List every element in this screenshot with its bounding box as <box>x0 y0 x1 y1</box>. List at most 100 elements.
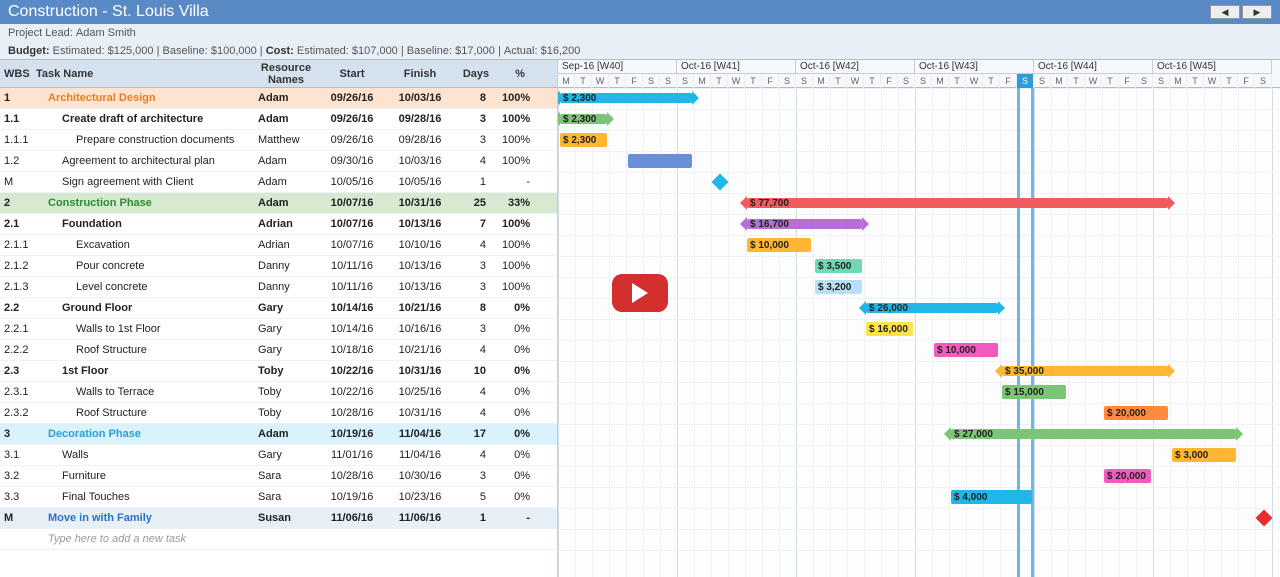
cell-task[interactable]: Walls <box>32 448 254 462</box>
day-header[interactable]: M <box>694 74 711 88</box>
table-row[interactable]: 1.1.1Prepare construction documentsMatth… <box>0 130 557 151</box>
cell-task[interactable]: Ground Floor <box>32 301 254 315</box>
gantt-chart[interactable]: Sep-16 [W40]Oct-16 [W41]Oct-16 [W42]Oct-… <box>558 60 1280 577</box>
cell-task[interactable]: Prepare construction documents <box>32 133 254 147</box>
table-row[interactable]: 2.3.2Roof StructureToby10/28/1610/31/164… <box>0 403 557 424</box>
gantt-bar[interactable]: $ 20,000 <box>1104 469 1151 483</box>
cell-task[interactable]: Create draft of architecture <box>32 112 254 126</box>
cell-start[interactable]: 11/06/16 <box>318 511 386 525</box>
cell-task[interactable]: Walls to 1st Floor <box>32 322 254 336</box>
week-header[interactable]: Sep-16 [W40] <box>558 60 677 74</box>
cell-finish[interactable]: 09/28/16 <box>386 133 454 147</box>
table-row[interactable]: 3.2FurnitureSara10/28/1610/30/1630% <box>0 466 557 487</box>
cell-resource[interactable]: Adam <box>254 427 318 441</box>
cell-pct[interactable]: 0% <box>498 364 542 378</box>
cell-pct[interactable]: - <box>498 175 542 189</box>
cell-resource[interactable]: Adam <box>254 91 318 105</box>
day-header[interactable]: T <box>745 74 762 88</box>
gantt-bar[interactable]: $ 16,700 <box>747 219 862 229</box>
day-header[interactable]: T <box>1187 74 1204 88</box>
gantt-bar[interactable]: $ 15,000 <box>1002 385 1066 399</box>
table-row[interactable]: 2.2.2Roof StructureGary10/18/1610/21/164… <box>0 340 557 361</box>
cell-resource[interactable]: Adrian <box>254 238 318 252</box>
cell-task[interactable]: Roof Structure <box>32 343 254 357</box>
cell-finish[interactable]: 11/04/16 <box>386 448 454 462</box>
cell-task[interactable]: Walls to Terrace <box>32 385 254 399</box>
gantt-bar[interactable] <box>628 154 692 168</box>
cell-resource[interactable]: Toby <box>254 364 318 378</box>
cell-finish[interactable]: 09/28/16 <box>386 112 454 126</box>
gantt-bar[interactable]: $ 16,000 <box>866 322 913 336</box>
cell-days[interactable]: 8 <box>454 91 498 105</box>
table-row[interactable]: 2.1.1ExcavationAdrian10/07/1610/10/16410… <box>0 235 557 256</box>
table-row[interactable]: 2.2Ground FloorGary10/14/1610/21/1680% <box>0 298 557 319</box>
cell-pct[interactable]: 0% <box>498 427 542 441</box>
cell-days[interactable]: 3 <box>454 280 498 294</box>
day-header[interactable]: F <box>762 74 779 88</box>
cell-task[interactable]: Foundation <box>32 217 254 231</box>
cell-days[interactable]: 3 <box>454 469 498 483</box>
gantt-bar[interactable]: $ 3,200 <box>815 280 862 294</box>
cell-task[interactable]: Decoration Phase <box>32 427 254 441</box>
cell-start[interactable]: 10/14/16 <box>318 322 386 336</box>
day-header[interactable]: S <box>643 74 660 88</box>
cell-finish[interactable]: 10/31/16 <box>386 406 454 420</box>
table-row[interactable]: 2.3.1Walls to TerraceToby10/22/1610/25/1… <box>0 382 557 403</box>
week-header[interactable]: Oct-16 [W45] <box>1153 60 1272 74</box>
cell-resource[interactable]: Adam <box>254 154 318 168</box>
cell-start[interactable]: 09/26/16 <box>318 91 386 105</box>
cell-task[interactable]: Sign agreement with Client <box>32 175 254 189</box>
day-header[interactable]: T <box>575 74 592 88</box>
cell-finish[interactable]: 10/13/16 <box>386 280 454 294</box>
timeline-body[interactable]: $ 2,300$ 2,300$ 2,300$ 77,700$ 16,700$ 1… <box>558 88 1280 577</box>
cell-resource[interactable]: Adam <box>254 175 318 189</box>
cell-days[interactable]: 4 <box>454 406 498 420</box>
day-header[interactable]: W <box>847 74 864 88</box>
col-start[interactable]: Start <box>318 66 386 82</box>
day-header[interactable]: F <box>1238 74 1255 88</box>
table-row[interactable]: 3.3Final TouchesSara10/19/1610/23/1650% <box>0 487 557 508</box>
day-header[interactable]: T <box>983 74 1000 88</box>
cell-finish[interactable]: 10/16/16 <box>386 322 454 336</box>
nav-prev-button[interactable]: ◀ <box>1210 5 1240 19</box>
col-resource[interactable]: Resource Names <box>254 60 318 88</box>
gantt-bar[interactable]: $ 2,300 <box>560 93 692 103</box>
table-row[interactable]: MMove in with FamilySusan11/06/1611/06/1… <box>0 508 557 529</box>
cell-finish[interactable]: 10/25/16 <box>386 385 454 399</box>
cell-days[interactable]: 7 <box>454 217 498 231</box>
cell-days[interactable]: 25 <box>454 196 498 210</box>
day-header[interactable]: S <box>1017 74 1034 88</box>
day-header[interactable]: W <box>592 74 609 88</box>
cell-resource[interactable]: Gary <box>254 322 318 336</box>
table-row[interactable]: 1.2Agreement to architectural planAdam09… <box>0 151 557 172</box>
cell-days[interactable]: 4 <box>454 385 498 399</box>
cell-start[interactable]: 10/07/16 <box>318 217 386 231</box>
cell-days[interactable]: 1 <box>454 511 498 525</box>
cell-pct[interactable]: 0% <box>498 469 542 483</box>
day-header[interactable]: S <box>779 74 796 88</box>
cell-pct[interactable]: 0% <box>498 322 542 336</box>
cell-task[interactable]: Furniture <box>32 469 254 483</box>
new-task-placeholder[interactable]: Type here to add a new task <box>32 532 254 546</box>
cell-days[interactable]: 3 <box>454 133 498 147</box>
day-header[interactable]: M <box>1170 74 1187 88</box>
day-header[interactable]: S <box>1255 74 1272 88</box>
col-days[interactable]: Days <box>454 66 498 82</box>
cell-days[interactable]: 3 <box>454 322 498 336</box>
cell-finish[interactable]: 10/10/16 <box>386 238 454 252</box>
cell-finish[interactable]: 10/30/16 <box>386 469 454 483</box>
cell-resource[interactable]: Susan <box>254 511 318 525</box>
cell-pct[interactable]: 0% <box>498 490 542 504</box>
cell-pct[interactable]: - <box>498 511 542 525</box>
day-header[interactable]: S <box>898 74 915 88</box>
day-header[interactable]: S <box>1034 74 1051 88</box>
col-finish[interactable]: Finish <box>386 66 454 82</box>
cell-days[interactable]: 4 <box>454 238 498 252</box>
cell-finish[interactable]: 10/31/16 <box>386 364 454 378</box>
day-header[interactable]: F <box>881 74 898 88</box>
day-header[interactable]: T <box>830 74 847 88</box>
cell-finish[interactable]: 11/06/16 <box>386 511 454 525</box>
cell-resource[interactable]: Sara <box>254 490 318 504</box>
cell-days[interactable]: 3 <box>454 112 498 126</box>
day-header[interactable]: S <box>677 74 694 88</box>
